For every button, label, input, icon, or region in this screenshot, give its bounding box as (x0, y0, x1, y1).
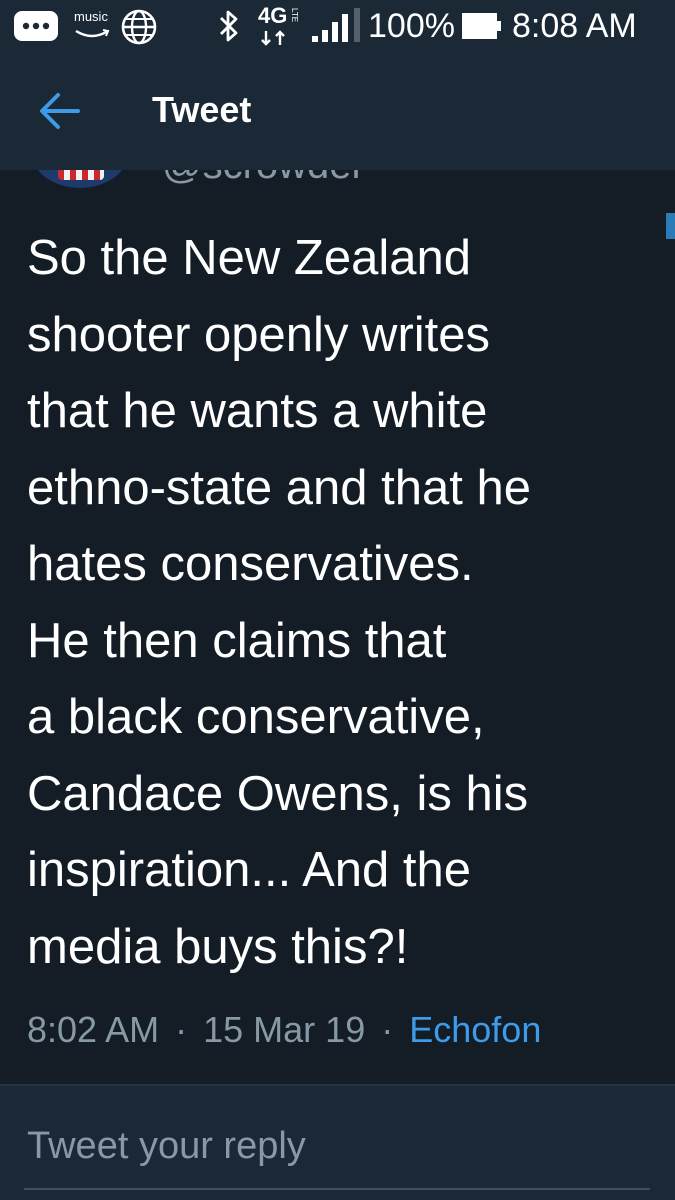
globe-icon (120, 8, 158, 51)
tweet-text-line: ethno-state and that he (27, 460, 531, 515)
network-type: 4G LTE (258, 4, 304, 48)
battery-percent: 100% (368, 7, 455, 45)
tweet-text-line: a black conservative, (27, 690, 485, 744)
reply-bar: Tweet your reply (0, 1086, 675, 1200)
tweet-text-line: hates conservatives. (27, 537, 474, 591)
signal-icon (310, 8, 366, 49)
tweet-date: 15 Mar 19 (203, 1009, 366, 1050)
tweet-text-line: media buys this?! (27, 919, 409, 974)
flag-graphic (58, 170, 104, 180)
tweet-text-line: that he wants a white (27, 384, 488, 438)
tweet-text-line: Candace Owens, is his (27, 766, 529, 821)
meta-separator: · (381, 1009, 394, 1050)
page-title: Tweet (152, 89, 252, 130)
music-label: music (74, 9, 108, 24)
battery-icon (462, 13, 502, 44)
reply-input-underline (24, 1188, 650, 1190)
tweet-text-line: He then claims that (27, 613, 447, 668)
meta-separator: · (175, 1009, 188, 1050)
network-sub-label: LTE (290, 8, 299, 23)
bluetooth-icon (218, 9, 240, 48)
tweet-detail: @scrowder So the New Zealand shooter ope… (0, 170, 675, 1200)
network-label: 4G (258, 3, 288, 28)
tweet-text: So the New Zealand shooter openly writes… (27, 220, 657, 985)
user-handle[interactable]: @scrowder (162, 170, 365, 188)
scrollbar[interactable] (666, 213, 675, 239)
tweet-meta: 8:02 AM · 15 Mar 19 · Echofon (27, 1006, 541, 1054)
tweet-text-line: inspiration... And the (27, 843, 472, 897)
tweet-text-line: shooter openly writes (27, 307, 491, 362)
reply-input[interactable]: Tweet your reply (27, 1122, 306, 1170)
avatar[interactable] (30, 170, 130, 188)
tweet-source-link[interactable]: Echofon (409, 1009, 541, 1050)
status-time: 8:08 AM (512, 7, 637, 45)
status-bar: music 4G LTE 100% 8:08 AM (0, 0, 675, 52)
amazon-music-icon: music (74, 10, 114, 44)
screen: music 4G LTE 100% 8:08 AM Tweet So the N… (0, 0, 675, 1200)
messages-icon (14, 11, 58, 46)
tweet-text-line: So the New Zealand (27, 231, 471, 285)
tweet-time: 8:02 AM (27, 1009, 160, 1050)
app-header: Tweet (0, 52, 675, 170)
back-arrow-icon[interactable] (38, 92, 82, 130)
